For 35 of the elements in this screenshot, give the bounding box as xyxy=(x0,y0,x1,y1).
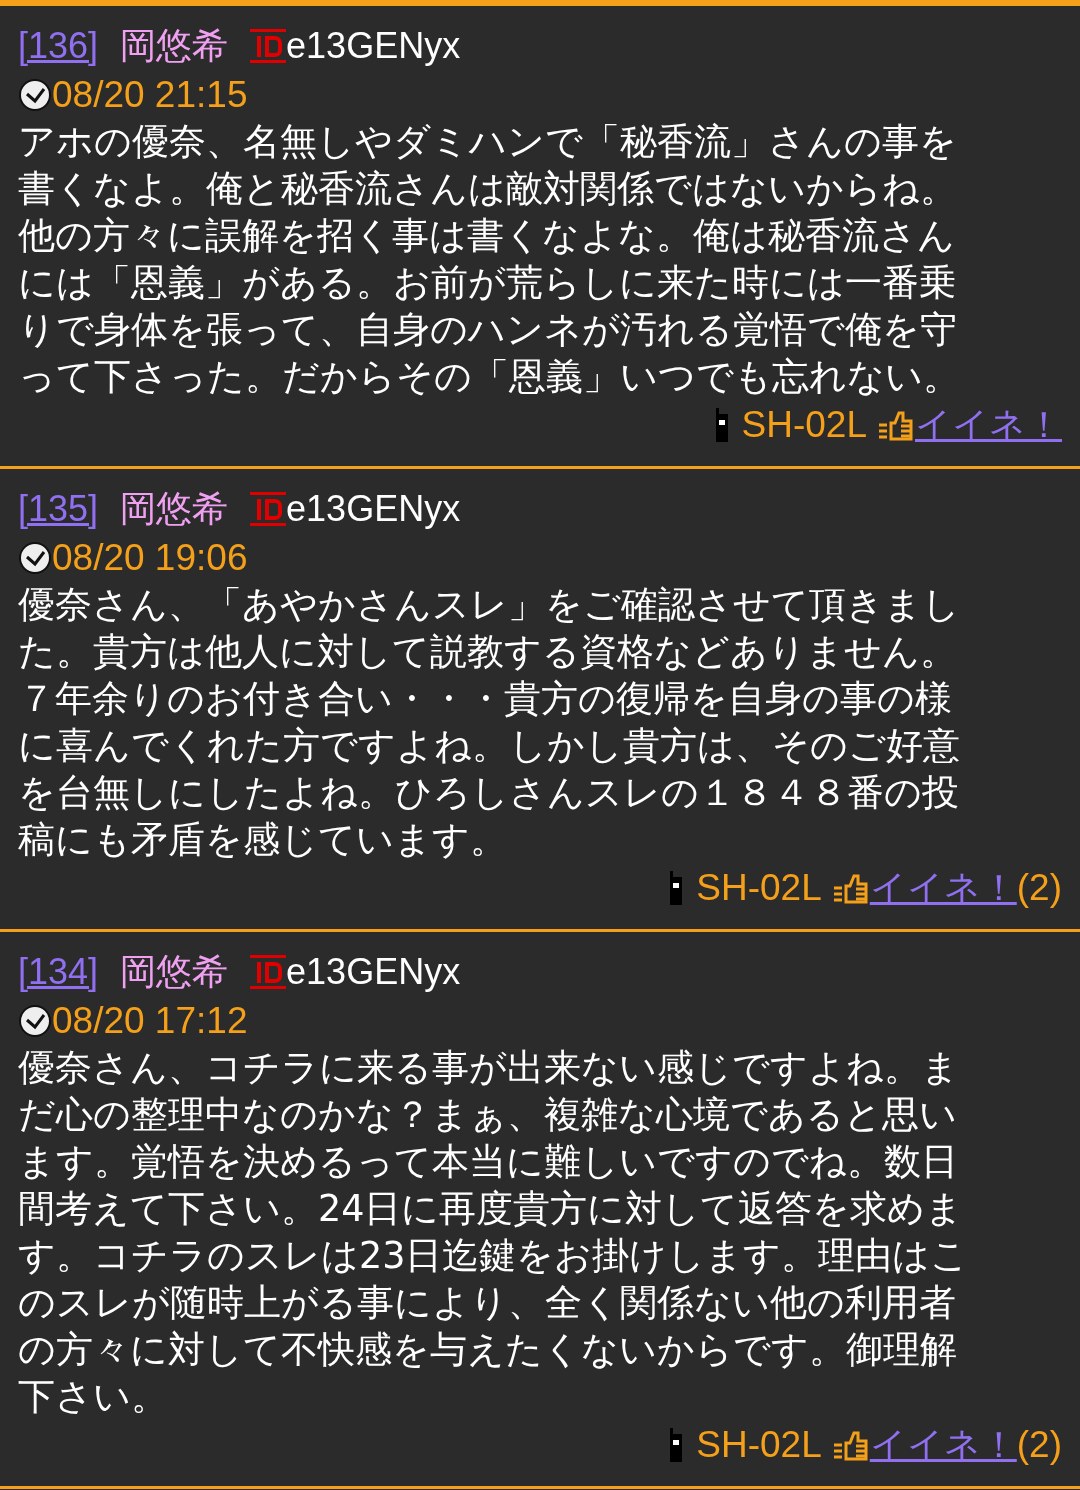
post-time: 08/20 21:15 xyxy=(52,74,248,116)
poster-id: e13GENyx xyxy=(286,487,461,531)
phone-icon xyxy=(713,408,730,442)
device-name: SH-02L xyxy=(696,867,822,909)
clock-icon xyxy=(18,78,52,112)
clock-icon xyxy=(18,541,52,575)
id-icon xyxy=(250,28,287,64)
post-number-link[interactable]: [136] xyxy=(18,22,99,70)
like-count: (2) xyxy=(1016,1424,1062,1466)
id-icon xyxy=(250,954,287,990)
poster-id: e13GENyx xyxy=(286,24,461,68)
like-link[interactable]: イイネ！ xyxy=(869,1420,1017,1470)
post-time: 08/20 19:06 xyxy=(52,537,248,579)
post-time: 08/20 17:12 xyxy=(52,1000,248,1042)
post-body: アホの優奈、名無しやダミハンで「秘香流」さんの事を 書くなよ。俺と秘香流さんは敵対関係ではないからね。 他の方々に誤解を招く事は書くなよな。俺は秘香流さん には「恩義」がある。お前が荒らしに来た時には一番乗 りで身体を張って、自身のハンネが汚れる覚悟で俺を守 って下さった。だからその「恩義」いつでも忘れない。 xyxy=(18,119,961,400)
device-name: SH-02L xyxy=(696,1424,822,1466)
like-link[interactable]: イイネ！ xyxy=(915,400,1062,450)
thumbs-up-icon xyxy=(831,1429,870,1461)
phone-icon xyxy=(668,1428,685,1462)
post-body: 優奈さん、「あやかさんスレ」をご確認させて頂きまし た。貴方は他人に対して説教する資格などありません。 ７年余りのお付き合い・・・貴方の復帰を自身の事の様 に喜んでくれた方ですよね。しかし貴方は、そのご好意 を台無しにしたよね。ひろしさんスレの１８４８番の投 稿にも矛盾を感じています。 xyxy=(18,582,961,863)
post-number-link[interactable]: [135] xyxy=(18,485,99,533)
post-body: 優奈さん、コチラに来る事が出来ない感じですよね。ま だ心の整理中なのかな？まぁ、複雑な心境であると思い ます。覚悟を決めるって本当に難しいですのでね。数日 間考えて下さい。24日に再度貴方に対して返答を求めま す。コチラのスレは23日迄鍵をお掛けします。理由はこ のスレが随時上がる事により、全く関係ない他の利用者 の方々に対して不快感を与えたくないからです。御理解 下さい。 xyxy=(18,1045,970,1420)
device-name: SH-02L xyxy=(741,404,867,446)
poster-id: e13GENyx xyxy=(286,950,461,994)
like-count: (2) xyxy=(1016,867,1062,909)
poster-name: 岡悠希 xyxy=(120,487,229,531)
poster-name: 岡悠希 xyxy=(120,24,229,68)
id-icon xyxy=(250,491,287,527)
like-link[interactable]: イイネ！ xyxy=(869,863,1017,913)
poster-name: 岡悠希 xyxy=(120,950,229,994)
clock-icon xyxy=(18,1004,52,1038)
post-number-link[interactable]: [134] xyxy=(18,948,99,996)
phone-icon xyxy=(668,871,685,905)
thumbs-up-icon xyxy=(877,409,915,441)
thumbs-up-icon xyxy=(831,872,870,904)
